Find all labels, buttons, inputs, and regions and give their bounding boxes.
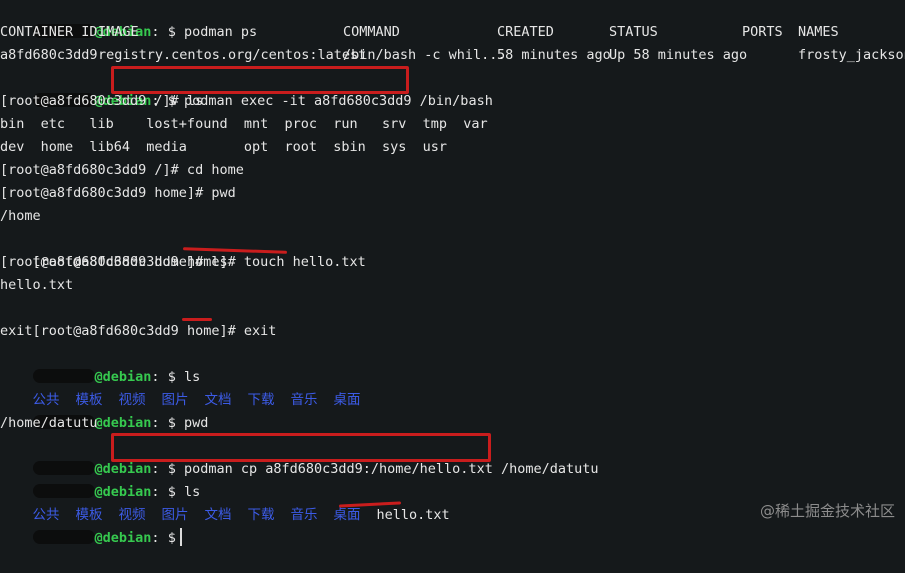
terminal-line: exit (0, 323, 33, 339)
terminal-line: [root@a8fd680c3dd9 home]# exit (32, 323, 277, 339)
redacted-username (32, 530, 95, 544)
terminal-line: dev home lib64 media opt root sbin sys u… (0, 139, 448, 155)
watermark: @稀土掘金技术社区 (759, 502, 895, 520)
ps-data-row: a8fd680c3dd9 registry.centos.org/centos:… (0, 47, 905, 63)
terminal-line: bin etc lib lost+found mnt proc run srv … (0, 116, 488, 132)
highlight-box-exec (111, 66, 409, 94)
terminal-line: /home (0, 208, 41, 224)
terminal-window[interactable]: @debian: $ podman ps CONTAINER ID IMAGE … (0, 0, 905, 546)
terminal-line: hello.txt (0, 277, 74, 293)
terminal-line: [root@a8fd680c3dd9 home]# ls (0, 254, 228, 270)
terminal-line: [root@a8fd680c3dd9 home]# touch hello.tx… (32, 254, 366, 270)
ps-header-row: CONTAINER ID IMAGE COMMAND CREATED STATU… (0, 24, 839, 40)
highlight-box-cp (111, 433, 491, 462)
terminal-line: @debian: $ podman ps (0, 0, 905, 40)
terminal-line: [root@a8fd680c3dd9 home]# pwd (0, 185, 236, 201)
terminal-line: [root@a8fd680c3dd9 /]# cd home (0, 162, 244, 178)
text-cursor (179, 528, 182, 546)
terminal-line: /home/datutu (0, 415, 98, 431)
highlight-underline-exit (182, 318, 212, 321)
terminal-line: @debian: $ ls (0, 343, 905, 385)
terminal-line: @debian: $ pwd (0, 389, 905, 431)
directory-listing: 公共 模板 视频 图片 文档 下载 音乐 桌面 (32, 392, 361, 408)
